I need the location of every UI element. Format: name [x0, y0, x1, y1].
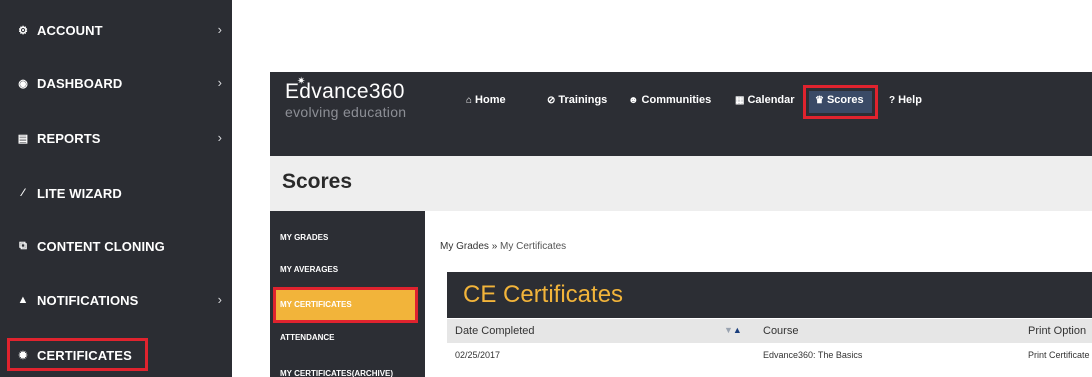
- sidebar-item-label: REPORTS: [37, 130, 101, 146]
- logo-tagline: evolving education: [285, 104, 407, 120]
- sidebar-item-content-cloning[interactable]: ⧉ CONTENT CLONING: [0, 231, 232, 261]
- sidebar-item-account[interactable]: ⚙ ACCOUNT ›: [0, 15, 232, 45]
- section-title: CE Certificates: [463, 281, 624, 308]
- sidebar-item-reports[interactable]: ▤ REPORTS ›: [0, 123, 232, 153]
- logo[interactable]: ✷ Edvance360 evolving education: [285, 76, 407, 120]
- table-row: 02/25/2017 Edvance360: The Basics Print …: [447, 343, 1092, 365]
- page-header: Scores: [270, 156, 1092, 211]
- nav-calendar[interactable]: ▦ Calendar: [735, 94, 795, 106]
- sun-logo-icon: ✷: [297, 76, 306, 87]
- home-icon: ⌂: [466, 94, 473, 106]
- subnav-my-certificates-archive[interactable]: MY CERTIFICATES(ARCHIVE): [280, 369, 393, 377]
- app-window: ✷ Edvance360 evolving education ⌂ Home ⊘…: [270, 72, 1092, 377]
- page-title: Scores: [282, 170, 353, 193]
- nav-label: Calendar: [747, 94, 795, 106]
- table-header: Date Completed ▼▲ Course Print Option: [447, 319, 1092, 343]
- magic-wand-icon: ⁄: [22, 187, 24, 199]
- calendar-icon: ▦: [735, 94, 745, 106]
- certificates-highlight-box: [7, 338, 148, 371]
- screenshot-root: ⚙ ACCOUNT › ◉ DASHBOARD › ▤ REPORTS › ⁄ …: [0, 0, 1092, 377]
- column-header-course[interactable]: Course: [763, 325, 798, 337]
- dashboard-icon: ◉: [18, 77, 28, 90]
- copy-icon: ⧉: [19, 239, 27, 252]
- subnav-label: MY CERTIFICATES: [280, 300, 352, 309]
- question-circle-icon: ?: [889, 94, 896, 106]
- breadcrumb: My Grades » My Certificates: [440, 241, 566, 252]
- scores-subnav: MY GRADES MY AVERAGES MY CERTIFICATES AT…: [270, 211, 425, 377]
- breadcrumb-parent[interactable]: My Grades: [440, 241, 489, 252]
- nav-help[interactable]: ? Help: [889, 94, 922, 106]
- sidebar-item-label: LITE WIZARD: [37, 185, 122, 201]
- chevron-right-icon: ›: [217, 75, 222, 90]
- admin-sidebar: ⚙ ACCOUNT › ◉ DASHBOARD › ▤ REPORTS › ⁄ …: [0, 0, 232, 377]
- column-header-print: Print Option: [1028, 325, 1087, 337]
- nav-home[interactable]: ⌂ Home: [466, 94, 506, 106]
- scores-highlight-box: [803, 85, 878, 119]
- subnav-my-averages[interactable]: MY AVERAGES: [280, 265, 338, 274]
- subnav-my-grades[interactable]: MY GRADES: [280, 233, 328, 242]
- nav-communities[interactable]: ☻ Communities: [628, 94, 711, 106]
- users-icon: ☻: [628, 94, 639, 106]
- nav-label: Home: [475, 94, 506, 106]
- sidebar-item-label: CONTENT CLONING: [37, 238, 165, 254]
- bell-icon: ▲: [17, 294, 29, 306]
- nav-trainings[interactable]: ⊘ Trainings: [547, 94, 607, 106]
- chevron-right-icon: ›: [217, 292, 222, 307]
- nav-label: Communities: [641, 94, 712, 106]
- sidebar-item-label: NOTIFICATIONS: [37, 292, 139, 308]
- sidebar-item-lite-wizard[interactable]: ⁄ LITE WIZARD: [0, 178, 232, 208]
- chevron-right-icon: ›: [217, 130, 222, 145]
- nav-label: Help: [898, 94, 922, 106]
- sort-icon[interactable]: ▼▲: [724, 325, 742, 335]
- sidebar-item-notifications[interactable]: ▲ NOTIFICATIONS ›: [0, 285, 232, 315]
- cogs-icon: ⚙: [18, 24, 28, 37]
- subnav-attendance[interactable]: ATTENDANCE: [280, 333, 335, 342]
- sidebar-item-label: DASHBOARD: [37, 75, 123, 91]
- cell-course: Edvance360: The Basics: [763, 350, 863, 360]
- print-certificate-link[interactable]: Print Certificate: [1028, 350, 1090, 360]
- cell-date: 02/25/2017: [455, 350, 501, 360]
- column-header-date[interactable]: Date Completed: [455, 325, 535, 337]
- section-header: CE Certificates: [447, 272, 1092, 318]
- breadcrumb-current: My Certificates: [500, 241, 567, 252]
- compass-icon: ⊘: [547, 94, 556, 106]
- breadcrumb-separator: »: [491, 241, 498, 252]
- list-icon: ▤: [17, 132, 29, 145]
- sidebar-item-dashboard[interactable]: ◉ DASHBOARD ›: [0, 68, 232, 98]
- sidebar-item-label: ACCOUNT: [37, 22, 103, 38]
- chevron-right-icon: ›: [217, 22, 222, 37]
- top-navbar: ✷ Edvance360 evolving education ⌂ Home ⊘…: [270, 72, 1092, 156]
- subnav-my-certificates[interactable]: MY CERTIFICATES: [273, 287, 418, 323]
- nav-label: Trainings: [558, 94, 608, 106]
